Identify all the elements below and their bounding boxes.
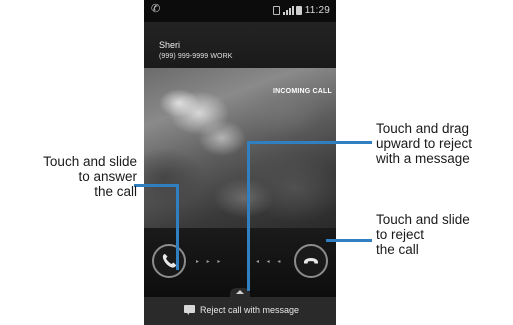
reject-message-label: Reject call with message bbox=[200, 305, 300, 315]
reject-annotation: Touch and slide to reject the call bbox=[376, 212, 470, 257]
battery-icon bbox=[295, 6, 302, 15]
call-icon: ✆ bbox=[151, 3, 161, 15]
clock: 11:29 bbox=[304, 5, 330, 16]
incoming-call-label: INCOMING CALL bbox=[273, 88, 332, 95]
phone-answer-icon bbox=[162, 254, 176, 268]
reject-message-annotation-line-3: with a message bbox=[376, 151, 470, 166]
phone-reject-icon bbox=[304, 258, 318, 264]
message-icon bbox=[184, 305, 195, 315]
answer-call-button[interactable] bbox=[152, 244, 186, 278]
answer-callout-line bbox=[134, 184, 179, 187]
phone-screen: ✆ 11:29 Sheri (999) 999-9999 WORK INCOMI… bbox=[144, 0, 336, 325]
up-arrow-icon bbox=[236, 290, 244, 294]
reject-message-annotation-line-2: upward to reject bbox=[376, 136, 473, 151]
reject-call-button[interactable] bbox=[294, 244, 328, 278]
answer-annotation-line-1: Touch and slide bbox=[43, 154, 137, 169]
reject-call-with-message-bar[interactable]: Reject call with message bbox=[144, 297, 336, 325]
caller-info: Sheri (999) 999-9999 WORK bbox=[144, 22, 336, 68]
caller-name: Sheri bbox=[159, 40, 181, 50]
reject-annotation-line-3: the call bbox=[376, 242, 419, 257]
reject-annotation-line-1: Touch and slide bbox=[376, 212, 470, 227]
slide-left-arrows: ◂ ◂ ◂ bbox=[256, 259, 284, 265]
reject-message-annotation-line-1: Touch and drag bbox=[376, 121, 470, 136]
answer-annotation: Touch and slide to answer the call bbox=[43, 154, 137, 199]
reject-callout-line bbox=[326, 239, 372, 242]
reject-message-annotation: Touch and drag upward to reject with a m… bbox=[376, 121, 472, 166]
reject-message-callout-line-drop bbox=[247, 141, 250, 291]
signal-icon bbox=[282, 6, 294, 15]
status-bar: ✆ 11:29 bbox=[144, 0, 336, 22]
status-icons: 11:29 bbox=[272, 5, 330, 16]
sim-icon bbox=[272, 6, 280, 15]
caller-photo: INCOMING CALL bbox=[144, 68, 336, 230]
slide-right-arrows: ▸ ▸ ▸ bbox=[196, 259, 224, 265]
caller-number: (999) 999-9999 WORK bbox=[159, 53, 233, 60]
reject-message-callout-line bbox=[247, 141, 372, 144]
answer-callout-line-drop bbox=[176, 184, 179, 270]
answer-annotation-line-2: to answer bbox=[78, 169, 137, 184]
reject-annotation-line-2: to reject bbox=[376, 227, 425, 242]
answer-annotation-line-3: the call bbox=[94, 184, 137, 199]
